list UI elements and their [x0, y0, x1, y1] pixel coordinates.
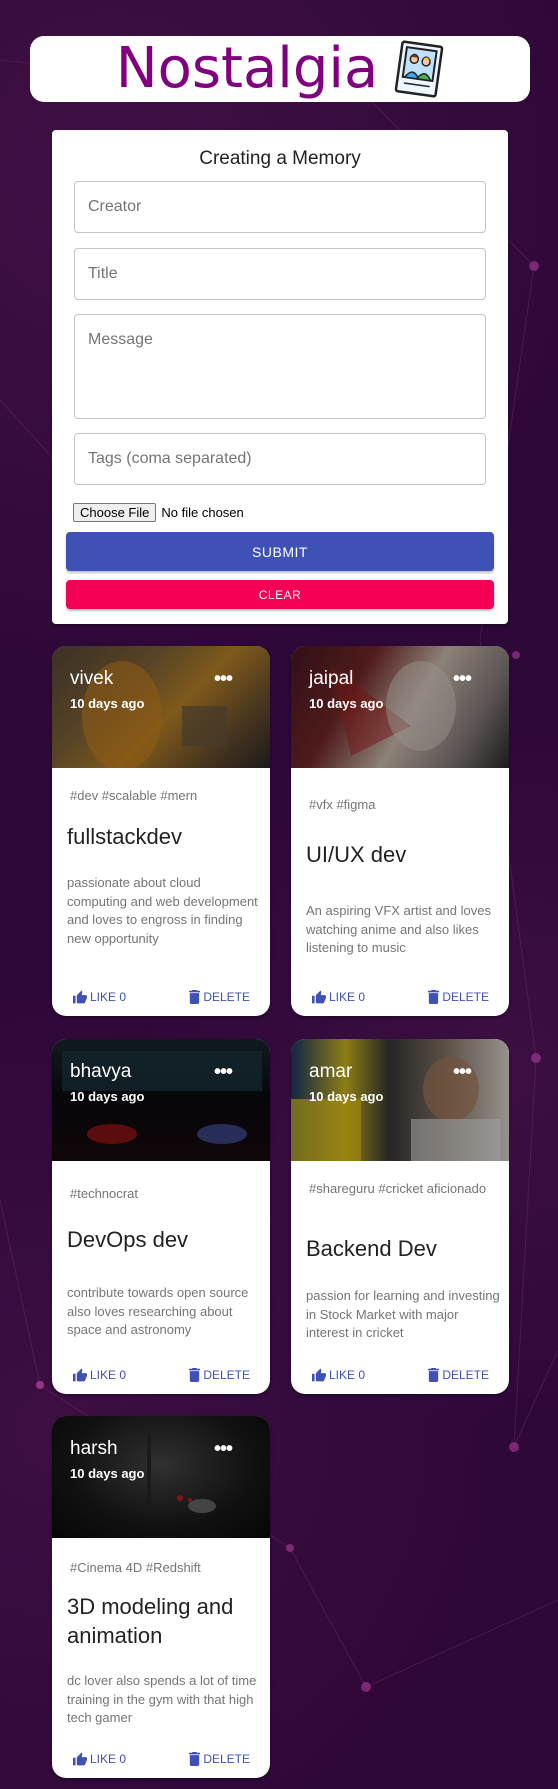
delete-label: DELETE: [203, 1752, 250, 1766]
like-button[interactable]: LIKE 0: [72, 1752, 126, 1766]
post-card: jaipal 10 days ago ••• #vfx #figma UI/UX…: [291, 646, 509, 1016]
post-tags: #shareguru #cricket aficionado: [309, 1181, 487, 1196]
delete-button[interactable]: DELETE: [427, 1368, 489, 1382]
more-options-icon[interactable]: •••: [453, 1061, 472, 1084]
more-options-icon[interactable]: •••: [214, 668, 233, 691]
message-field[interactable]: [74, 314, 486, 419]
post-creator: bhavya: [70, 1061, 132, 1082]
post-title: DevOps dev: [67, 1227, 189, 1252]
like-label: LIKE 0: [90, 1368, 127, 1382]
post-creator: vivek: [70, 668, 114, 689]
post-title: 3D modeling and animation: [67, 1594, 234, 1648]
post-title: Backend Dev: [306, 1236, 437, 1261]
post-tags: #technocrat: [70, 1186, 138, 1201]
post-card: amar 10 days ago ••• #shareguru #cricket…: [291, 1039, 509, 1394]
trash-icon: [189, 1752, 201, 1766]
post-title: fullstackdev: [67, 824, 182, 849]
post-time: 10 days ago: [309, 696, 384, 711]
like-label: LIKE 0: [90, 990, 127, 1004]
post-message: An aspiring VFX artist and loves watchin…: [306, 903, 491, 955]
post-time: 10 days ago: [309, 1089, 384, 1104]
more-options-icon[interactable]: •••: [214, 1061, 233, 1084]
file-status: No file chosen: [161, 505, 244, 520]
like-button[interactable]: LIKE 0: [72, 1368, 126, 1382]
more-options-icon[interactable]: •••: [453, 668, 472, 691]
thumb-up-icon: [73, 990, 87, 1004]
post-creator: jaipal: [309, 668, 354, 689]
app-bar: Nostalgia: [30, 36, 530, 102]
post-tags: #vfx #figma: [309, 797, 376, 812]
memories-photo-icon: [395, 40, 444, 98]
more-options-icon[interactable]: •••: [214, 1438, 233, 1461]
file-input: Choose File No file chosen: [73, 503, 244, 522]
title-field[interactable]: [74, 248, 486, 300]
tags-field[interactable]: [74, 433, 486, 485]
delete-button[interactable]: DELETE: [188, 990, 250, 1004]
post-time: 10 days ago: [70, 696, 145, 711]
trash-icon: [428, 990, 440, 1004]
post-card: harsh 10 days ago ••• #Cinema 4D #Redshi…: [52, 1416, 270, 1778]
delete-label: DELETE: [203, 990, 250, 1004]
post-creator: harsh: [70, 1438, 118, 1459]
delete-button[interactable]: DELETE: [427, 990, 489, 1004]
delete-button[interactable]: DELETE: [188, 1752, 250, 1766]
like-button[interactable]: LIKE 0: [311, 990, 365, 1004]
post-message: passionate about cloud computing and web…: [67, 875, 258, 946]
choose-file-button[interactable]: Choose File: [73, 503, 157, 522]
creator-field[interactable]: [74, 181, 486, 233]
thumb-up-icon: [312, 1368, 326, 1382]
like-label: LIKE 0: [329, 990, 366, 1004]
thumb-up-icon: [73, 1368, 87, 1382]
post-card: bhavya 10 days ago ••• #technocrat DevOp…: [52, 1039, 270, 1394]
app-title: Nostalgia: [115, 36, 379, 101]
memory-form: Creating a Memory Choose File No file ch…: [52, 130, 508, 624]
post-time: 10 days ago: [70, 1089, 145, 1104]
delete-label: DELETE: [442, 1368, 489, 1382]
post-card: vivek 10 days ago ••• #dev #scalable #me…: [52, 646, 270, 1016]
trash-icon: [428, 1368, 440, 1382]
delete-label: DELETE: [203, 1368, 250, 1382]
thumb-up-icon: [312, 990, 326, 1004]
clear-button[interactable]: CLEAR: [66, 580, 494, 609]
submit-button[interactable]: SUBMIT: [66, 532, 494, 571]
thumb-up-icon: [73, 1752, 87, 1766]
like-label: LIKE 0: [90, 1752, 127, 1766]
trash-icon: [189, 1368, 201, 1382]
delete-label: DELETE: [442, 990, 489, 1004]
post-tags: #dev #scalable #mern: [70, 788, 198, 803]
form-heading: Creating a Memory: [199, 148, 361, 169]
like-label: LIKE 0: [329, 1368, 366, 1382]
post-message: contribute towards open source also love…: [67, 1285, 249, 1337]
like-button[interactable]: LIKE 0: [72, 990, 126, 1004]
post-tags: #Cinema 4D #Redshift: [70, 1560, 201, 1575]
like-button[interactable]: LIKE 0: [311, 1368, 365, 1382]
trash-icon: [189, 990, 201, 1004]
post-message: dc lover also spends a lot of time train…: [67, 1673, 257, 1725]
post-message: passion for learning and investing in St…: [306, 1288, 500, 1340]
post-time: 10 days ago: [70, 1466, 145, 1481]
post-creator: amar: [309, 1061, 353, 1082]
delete-button[interactable]: DELETE: [188, 1368, 250, 1382]
post-title: UI/UX dev: [306, 842, 407, 867]
